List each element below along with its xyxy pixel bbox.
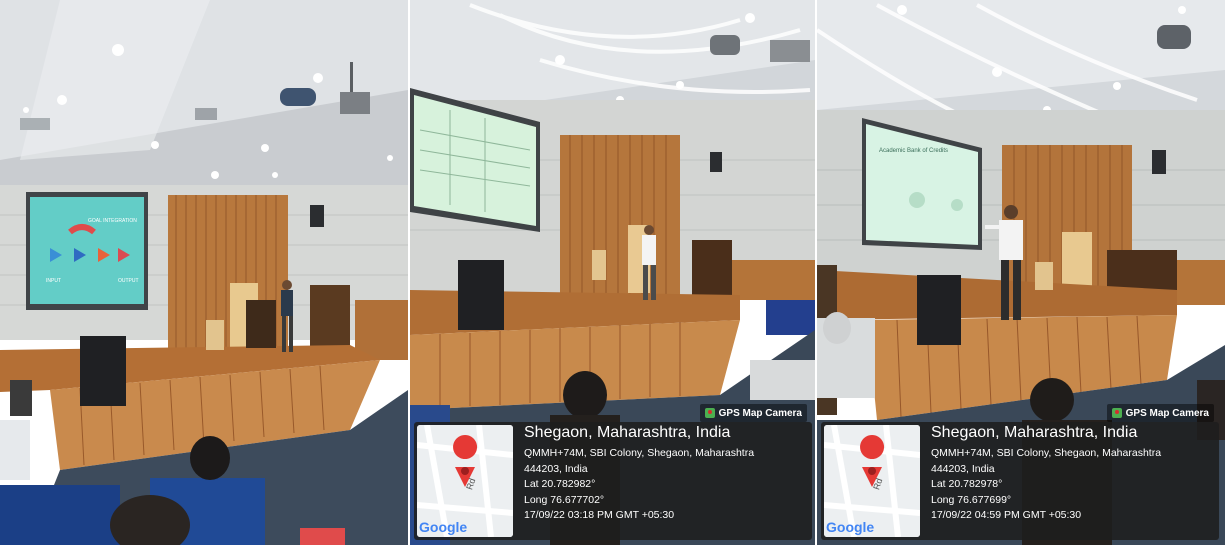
photo-panel-middle: GPS Map Camera Rd Google Shegaon, Mahara…: [410, 0, 815, 545]
slide-output-text: OUTPUT: [118, 278, 139, 284]
gps-camera-icon: [1111, 408, 1122, 418]
gps-text-block: Shegaon, Maharashtra, India QMMH+74M, SB…: [931, 424, 1161, 524]
gps-camera-icon: [704, 408, 715, 418]
map-thumbnail: Rd Google: [824, 425, 920, 537]
gps-latitude: Lat 20.782982°: [524, 478, 596, 490]
gps-timestamp: 17/09/22 03:18 PM GMT +05:30: [524, 509, 675, 521]
gps-postal: 444203, India: [931, 462, 995, 475]
slide-input-text: INPUT: [46, 278, 61, 284]
photo-panel-left: GOAL INTEGRATION INPUT OUTPUT: [0, 0, 408, 545]
gps-latitude: Lat 20.782978°: [931, 478, 1003, 490]
gps-address: QMMH+74M, SBI Colony, Shegaon, Maharasht…: [931, 447, 1162, 459]
map-thumbnail: Rd Google: [417, 425, 513, 537]
gps-map-camera-badge: GPS Map Camera: [1106, 404, 1214, 422]
gps-overlay-middle: GPS Map Camera Rd Google Shegaon, Mahara…: [410, 400, 815, 543]
slide-title-text: Academic Bank of Credits: [879, 148, 948, 154]
google-logo-text: Google: [419, 519, 468, 535]
gps-info-box: Rd Google Shegaon, Maharashtra, India QM…: [414, 422, 812, 540]
gps-info-box: Rd Google Shegaon, Maharashtra, India QM…: [821, 422, 1219, 540]
gps-place: Shegaon, Maharashtra, India: [524, 424, 731, 441]
gps-longitude: Long 76.677699°: [931, 493, 1012, 506]
photo-panel-right: Academic Bank of Credits GPS Map Camera …: [817, 0, 1225, 545]
slide-goal-text: GOAL INTEGRATION: [88, 218, 137, 224]
google-logo-text: Google: [826, 519, 875, 535]
gps-badge-label: GPS Map Camera: [718, 407, 802, 419]
gps-longitude: Long 76.677702°: [524, 493, 605, 506]
photo-collage: GOAL INTEGRATION INPUT OUTPUT GPS Map Ca…: [0, 0, 1225, 545]
auditorium-photo-left: GOAL INTEGRATION INPUT OUTPUT: [0, 0, 408, 545]
gps-address: QMMH+74M, SBI Colony, Shegaon, Maharasht…: [524, 447, 755, 459]
gps-postal: 444203, India: [524, 462, 588, 475]
gps-map-camera-badge: GPS Map Camera: [699, 404, 807, 422]
gps-badge-label: GPS Map Camera: [1125, 407, 1209, 419]
gps-overlay-right: GPS Map Camera Rd Google Shegaon, Mahara…: [817, 400, 1222, 543]
gps-timestamp: 17/09/22 04:59 PM GMT +05:30: [931, 509, 1082, 521]
gps-place: Shegaon, Maharashtra, India: [931, 424, 1138, 441]
gps-text-block: Shegaon, Maharashtra, India QMMH+74M, SB…: [524, 424, 754, 524]
